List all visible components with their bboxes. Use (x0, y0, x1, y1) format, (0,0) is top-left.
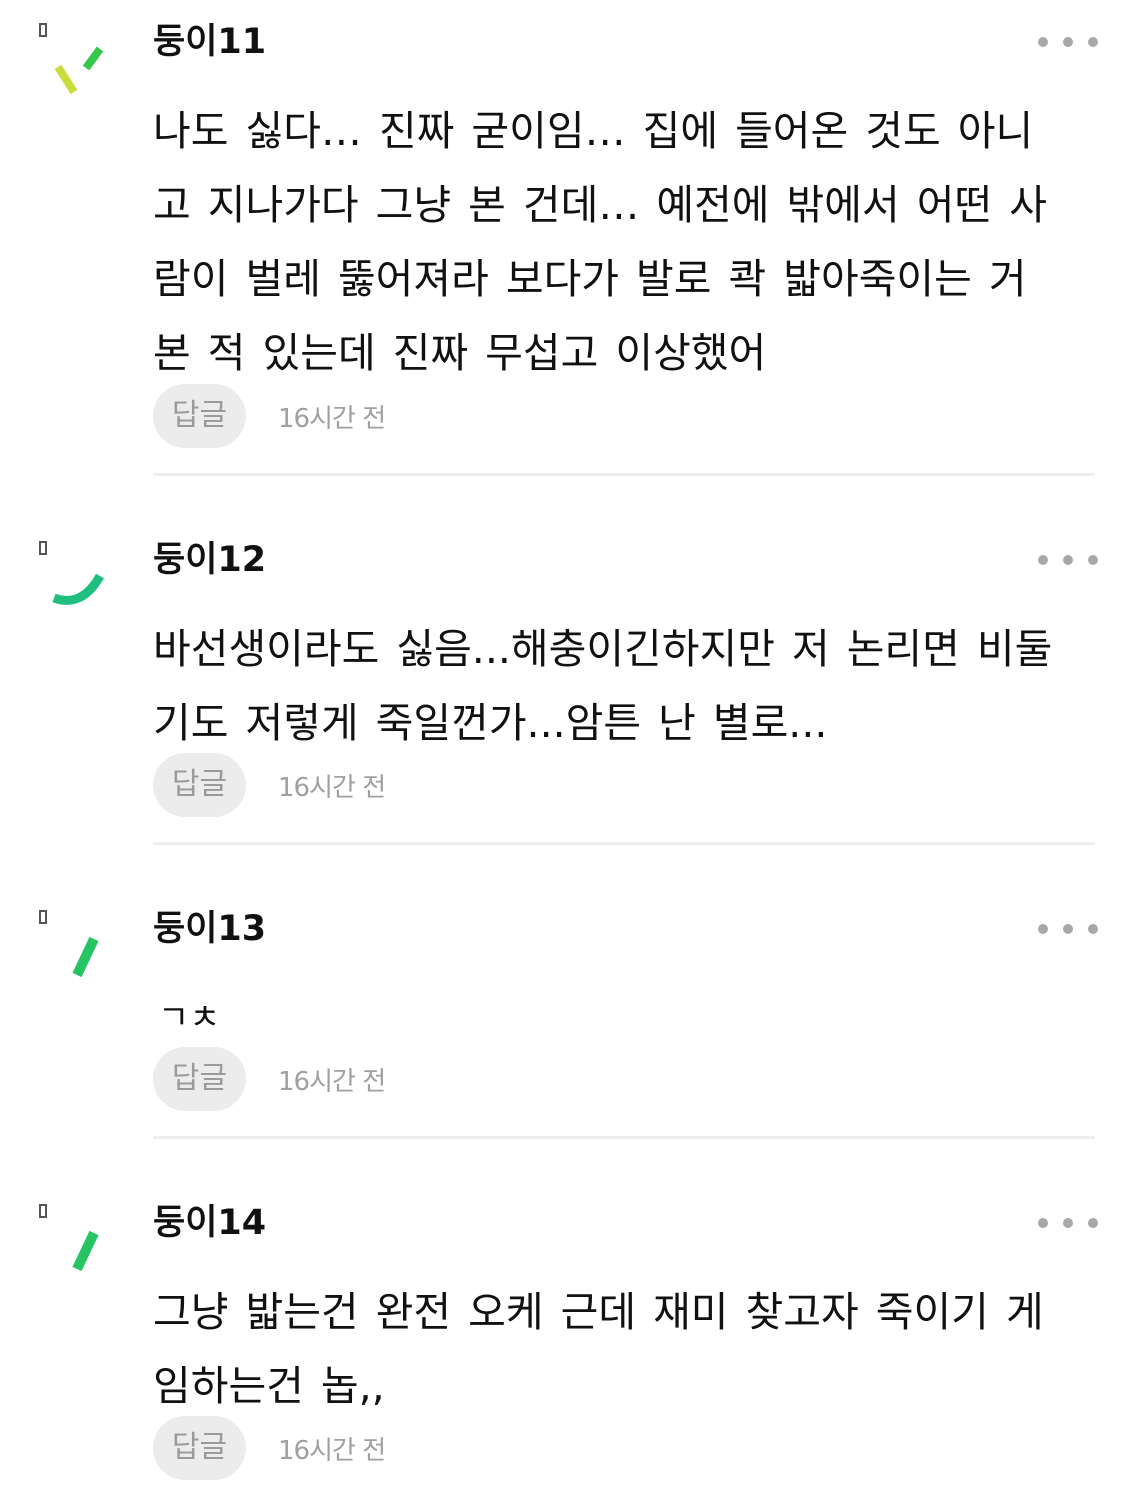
comment-meta: 답글 16시간 전 (153, 1416, 386, 1480)
comment-username[interactable]: 둥이12 (153, 538, 266, 582)
comment-username[interactable]: 둥이14 (153, 1201, 266, 1245)
more-options-button[interactable] (1035, 546, 1101, 574)
comment-text: 바선생이라도 싫음...해충이긴하지만 저 논리면 비둘 기도 저렇게 죽일껀가… (153, 612, 1103, 760)
comment-text: ㄱㅊ (158, 981, 1108, 1055)
comment-timestamp: 16시간 전 (278, 1435, 386, 1466)
dot-icon (1038, 555, 1048, 565)
dot-icon (1063, 924, 1073, 934)
reply-button[interactable]: 답글 (153, 384, 246, 448)
comment-text-line: 바선생이라도 싫음...해충이긴하지만 저 논리면 비둘 (153, 625, 1053, 673)
comment-timestamp: 16시간 전 (278, 403, 386, 434)
comment-text-line: 본 적 있는데 진짜 무섭고 이상했어 (153, 329, 767, 377)
comment-text-line: 람이 벌레 뚫어져라 보다가 발로 콱 밟아죽이는 거 (153, 255, 1027, 303)
dot-icon (1063, 1218, 1073, 1228)
comment-meta: 답글 16시간 전 (153, 384, 386, 448)
dot-icon (1088, 37, 1098, 47)
comment-timestamp: 16시간 전 (278, 772, 386, 803)
green-arc-icon (39, 541, 104, 605)
green-dash-icon (39, 1204, 99, 1272)
more-options-button[interactable] (1035, 915, 1101, 943)
comment-username[interactable]: 둥이13 (153, 907, 266, 951)
green-dashes-icon (39, 23, 104, 95)
reply-button[interactable]: 답글 (153, 1047, 246, 1111)
dot-icon (1063, 37, 1073, 47)
dot-icon (1088, 924, 1098, 934)
comment-text-line: ㄱㅊ (158, 998, 221, 1038)
comment-text-line: 임하는건 놉,, (153, 1362, 385, 1410)
comment-meta: 답글 16시간 전 (153, 1047, 386, 1111)
comment-meta: 답글 16시간 전 (153, 753, 386, 817)
reply-button[interactable]: 답글 (153, 753, 246, 817)
more-options-button[interactable] (1035, 1209, 1101, 1237)
dot-icon (1038, 37, 1048, 47)
comment-text-line: 나도 싫다… 진짜 굳이임… 집에 들어온 것도 아니 (153, 107, 1034, 155)
comment-text: 나도 싫다… 진짜 굳이임… 집에 들어온 것도 아니 고 지나가다 그냥 본 … (153, 94, 1103, 390)
comment-timestamp: 16시간 전 (278, 1066, 386, 1097)
dot-icon (1038, 924, 1048, 934)
more-options-button[interactable] (1035, 28, 1101, 56)
dot-icon (1063, 555, 1073, 565)
comment-text-line: 기도 저렇게 죽일껀가...암튼 난 별로... (153, 699, 828, 747)
comment-text: 그냥 밟는건 완전 오케 근데 재미 찾고자 죽이기 게 임하는건 놉,, (153, 1275, 1103, 1423)
comment-text-line: 고 지나가다 그냥 본 건데… 예전에 밖에서 어떤 사 (153, 181, 1047, 229)
dot-icon (1038, 1218, 1048, 1228)
comment-divider (153, 473, 1095, 476)
green-dash-icon (39, 910, 99, 978)
comment-text-line: 그냥 밟는건 완전 오케 근데 재미 찾고자 죽이기 게 (153, 1288, 1044, 1336)
comment-username[interactable]: 둥이11 (153, 20, 266, 64)
dot-icon (1088, 1218, 1098, 1228)
comment-divider (153, 1136, 1095, 1139)
dot-icon (1088, 555, 1098, 565)
reply-button[interactable]: 답글 (153, 1416, 246, 1480)
comment-divider (153, 842, 1095, 845)
